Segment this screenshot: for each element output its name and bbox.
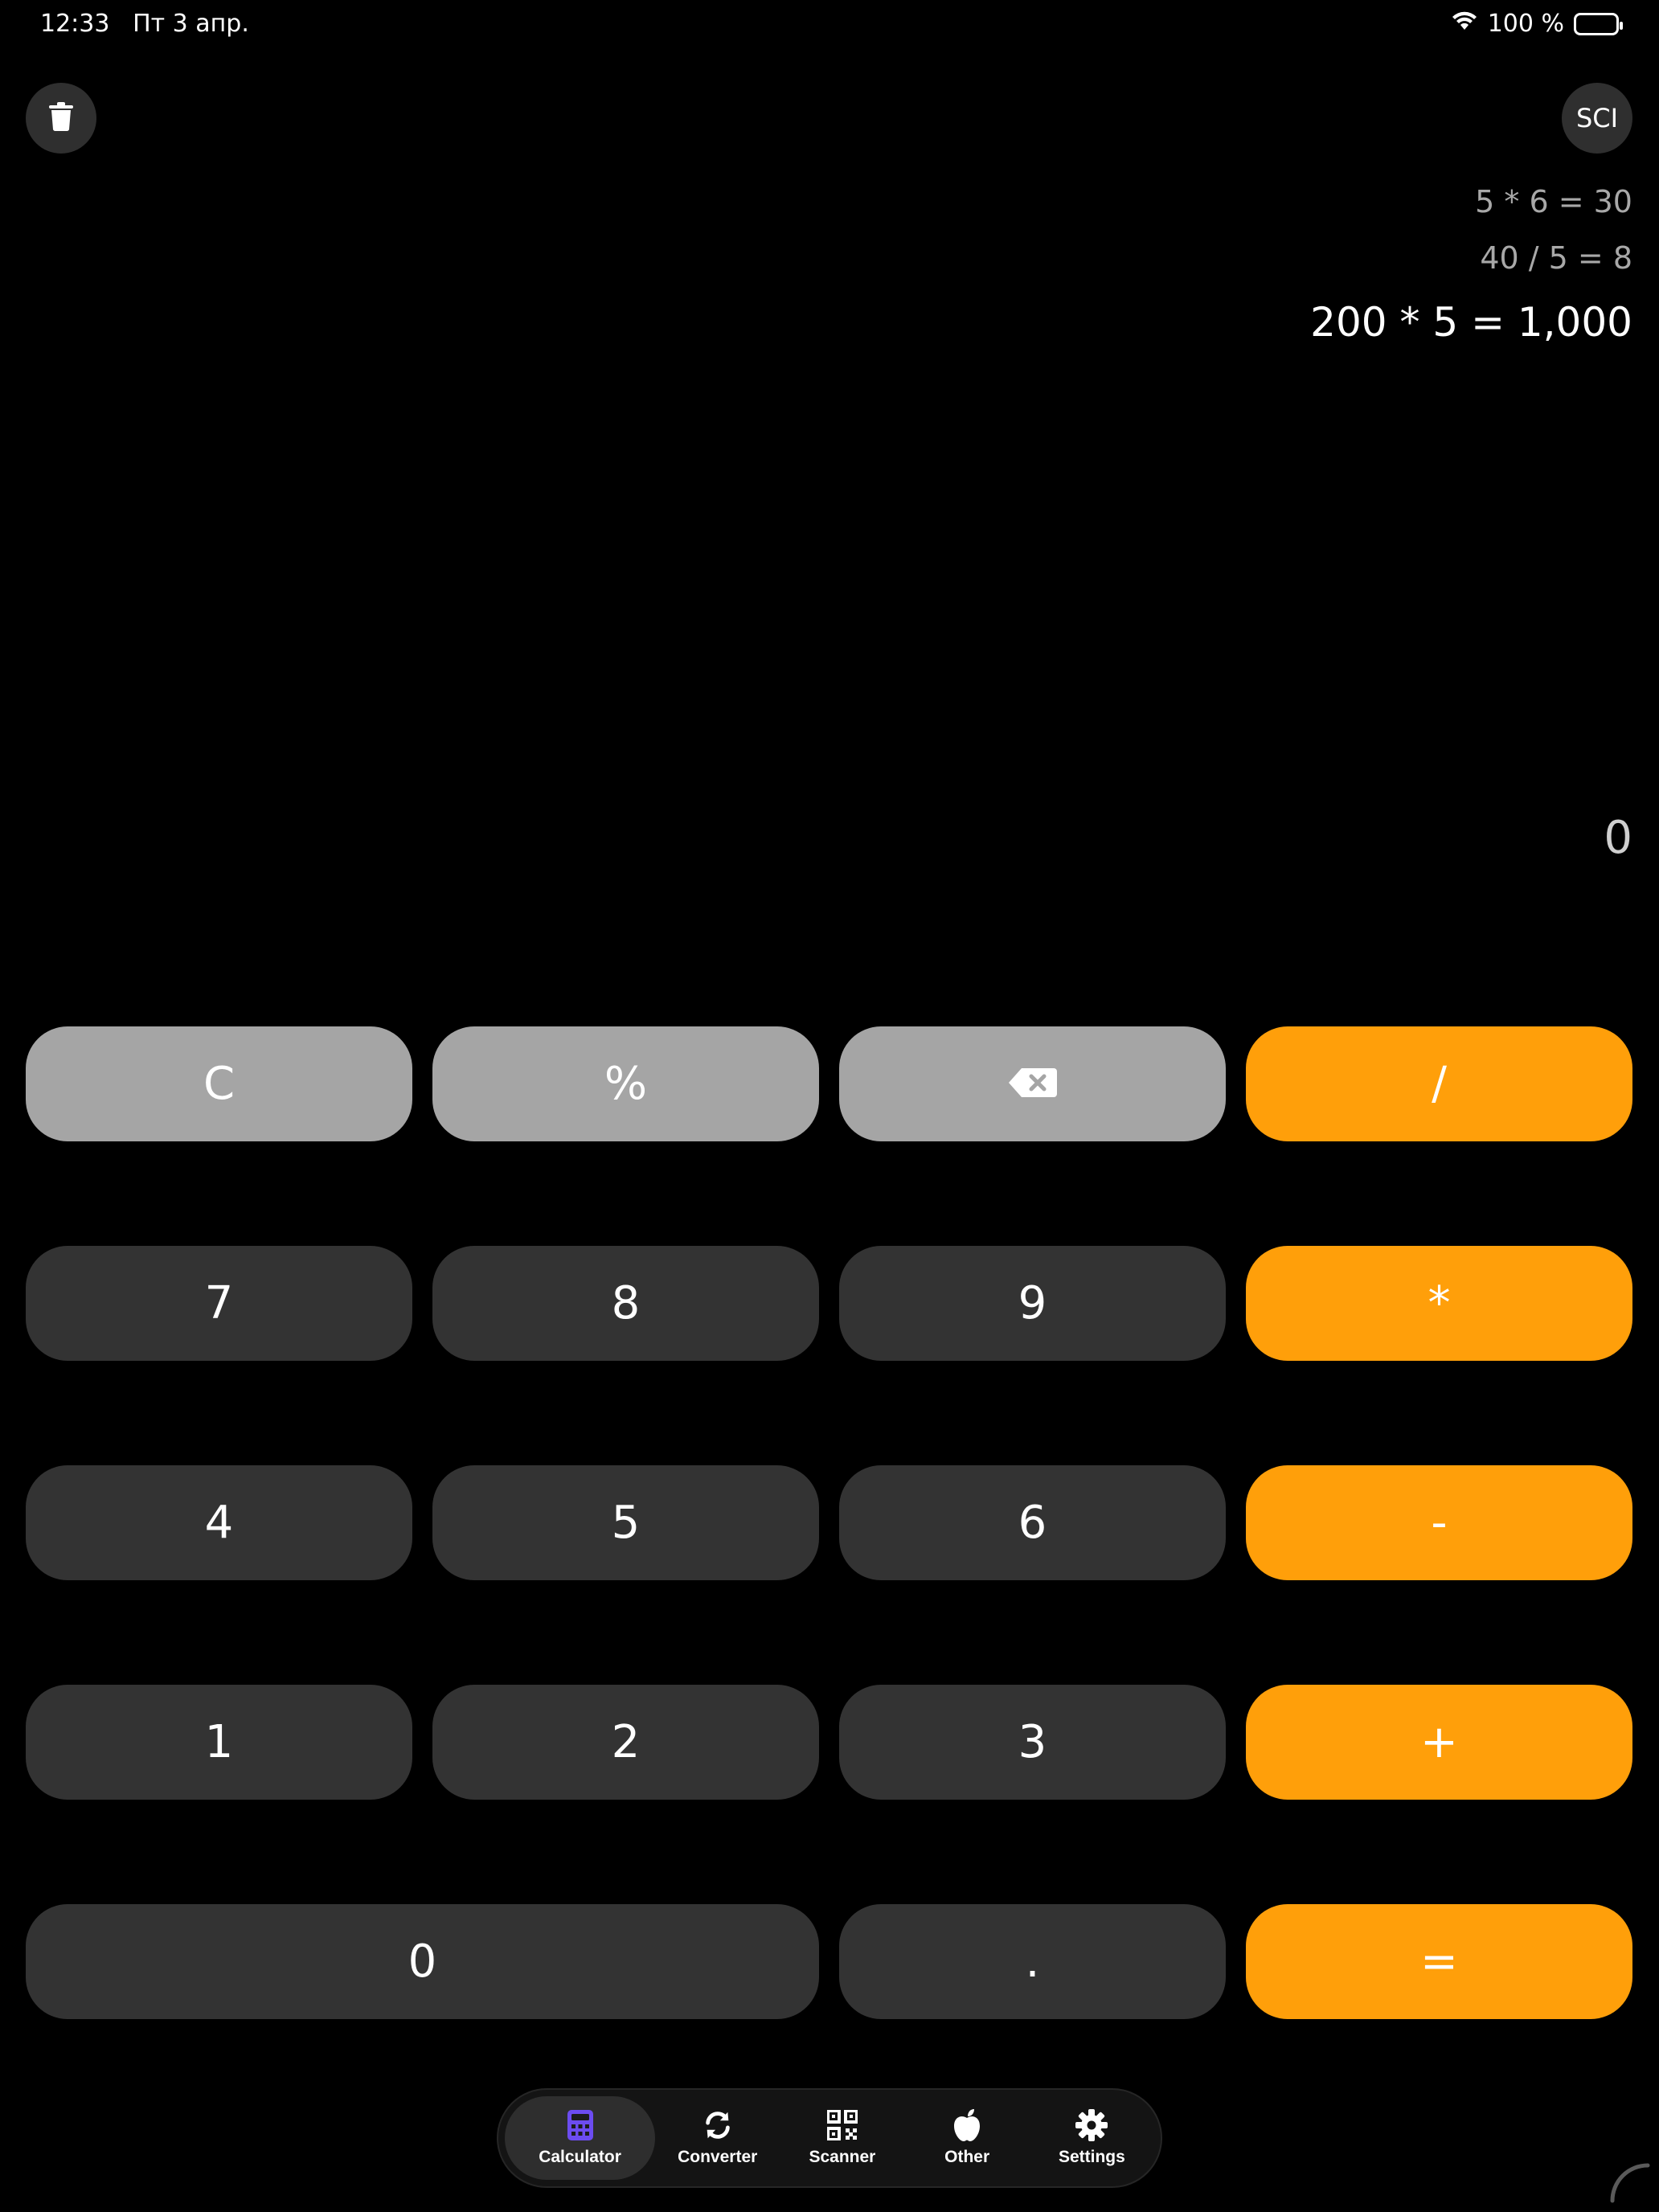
digit-7-button[interactable]: 7 <box>26 1246 412 1361</box>
backspace-button[interactable] <box>839 1026 1226 1141</box>
digit-2-button[interactable]: 2 <box>432 1685 819 1800</box>
percent-button[interactable]: % <box>432 1026 819 1141</box>
decimal-button[interactable]: . <box>839 1904 1226 2019</box>
battery-icon <box>1574 12 1623 35</box>
equals-button[interactable]: = <box>1246 1904 1632 2019</box>
digit-6-button[interactable]: 6 <box>839 1465 1226 1580</box>
multiply-button[interactable]: * <box>1246 1246 1632 1361</box>
corner-indicator-icon <box>1610 2163 1650 2203</box>
digit-8-button[interactable]: 8 <box>432 1246 819 1361</box>
sci-label: SCI <box>1575 103 1619 133</box>
calculator-app: 12:33 Пт 3 апр. 100 % SCI 5 * 6 = 30 40 <box>0 0 1659 2212</box>
history-item[interactable]: 5 * 6 = 30 <box>1310 174 1632 230</box>
tab-settings[interactable]: Settings <box>1030 2096 1154 2180</box>
result-display: 0 <box>1604 812 1632 864</box>
history-list: 5 * 6 = 30 40 / 5 = 8 200 * 5 = 1,000 <box>1310 174 1632 358</box>
history-item-latest[interactable]: 200 * 5 = 1,000 <box>1310 286 1632 358</box>
digit-4-button[interactable]: 4 <box>26 1465 412 1580</box>
tab-label: Settings <box>1058 2148 1125 2166</box>
gear-icon <box>1075 2109 1108 2141</box>
digit-3-button[interactable]: 3 <box>839 1685 1226 1800</box>
clear-button[interactable]: C <box>26 1026 412 1141</box>
tab-calculator[interactable]: Calculator <box>505 2096 656 2180</box>
tab-label: Converter <box>678 2148 758 2166</box>
history-item[interactable]: 40 / 5 = 8 <box>1310 230 1632 286</box>
battery-percent: 100 % <box>1487 10 1564 38</box>
tab-bar: Calculator Converter Scanner Other Setti… <box>497 2088 1162 2188</box>
wifi-icon <box>1451 10 1478 38</box>
qr-code-icon <box>826 2109 858 2141</box>
status-time: 12:33 <box>40 10 110 38</box>
scientific-mode-button[interactable]: SCI <box>1562 83 1632 154</box>
apple-icon <box>951 2109 983 2141</box>
digit-0-button[interactable]: 0 <box>26 1904 819 2019</box>
digit-9-button[interactable]: 9 <box>839 1246 1226 1361</box>
refresh-icon <box>702 2109 734 2141</box>
digit-5-button[interactable]: 5 <box>432 1465 819 1580</box>
tab-label: Other <box>944 2148 990 2166</box>
tab-other[interactable]: Other <box>905 2096 1030 2180</box>
calculator-icon <box>564 2109 596 2141</box>
digit-1-button[interactable]: 1 <box>26 1685 412 1800</box>
tab-scanner[interactable]: Scanner <box>780 2096 904 2180</box>
divide-button[interactable]: / <box>1246 1026 1632 1141</box>
status-bar-right: 100 % <box>1451 10 1623 38</box>
plus-button[interactable]: + <box>1246 1685 1632 1800</box>
clear-history-button[interactable] <box>26 83 96 154</box>
tab-converter[interactable]: Converter <box>655 2096 780 2180</box>
tab-label: Scanner <box>809 2148 876 2166</box>
minus-button[interactable]: - <box>1246 1465 1632 1580</box>
tab-label: Calculator <box>539 2148 621 2166</box>
backspace-icon <box>1007 1058 1059 1110</box>
status-date: Пт 3 апр. <box>133 10 249 38</box>
status-bar-left: 12:33 Пт 3 апр. <box>40 10 249 38</box>
trash-icon <box>47 101 75 135</box>
